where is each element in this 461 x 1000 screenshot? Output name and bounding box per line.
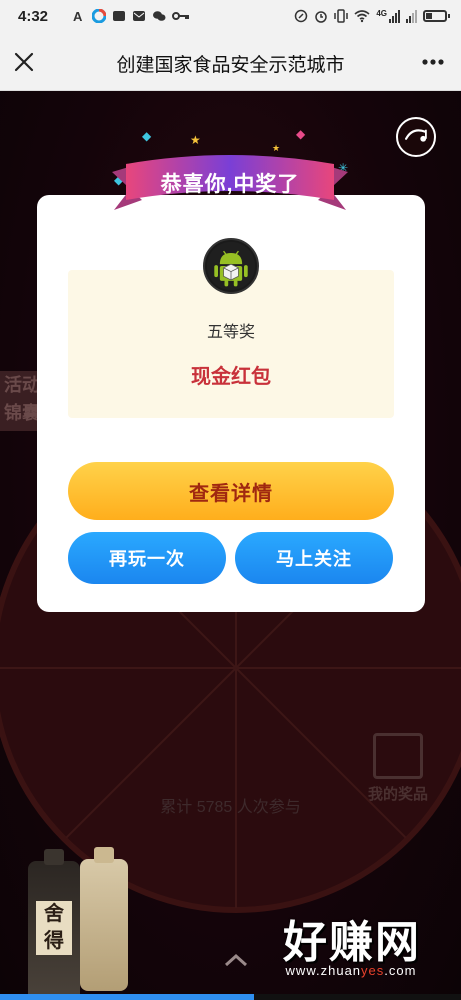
more-icon[interactable] <box>419 48 447 76</box>
gold-bottle <box>80 847 128 991</box>
view-details-button[interactable]: 查看详情 <box>68 462 394 520</box>
wechat-icon <box>153 11 166 21</box>
status-bar: 4:32 A 4G <box>0 0 461 34</box>
bottle-label: 舍得 <box>36 901 72 955</box>
network-type-label: 4G <box>376 9 387 18</box>
vibrate-icon <box>334 9 349 23</box>
battery-icon <box>423 10 450 22</box>
key-icon <box>172 12 189 20</box>
congrats-text: 恭喜你,中奖了 <box>160 173 300 196</box>
my-prizes-label: 我的奖品 <box>367 786 428 803</box>
title-bar: 创建国家食品安全示范城市 <box>0 34 461 91</box>
color-app-icon <box>92 9 106 23</box>
prize-level: 五等奖 <box>206 324 255 341</box>
alarm-icon <box>315 11 328 23</box>
close-icon[interactable] <box>10 48 38 76</box>
congrats-ribbon: 恭喜你,中奖了 <box>112 152 348 218</box>
gift-icon <box>373 733 423 779</box>
confetti-icon: ◆ <box>296 127 306 141</box>
status-time: 4:32 <box>18 8 49 25</box>
nfc-icon <box>295 9 308 23</box>
page-title: 创建国家食品安全示范城市 <box>116 55 345 76</box>
chevron-up-icon[interactable] <box>224 953 248 967</box>
watermark-url: www.zhuanyes.com <box>285 963 417 978</box>
prize-name: 现金红包 <box>191 366 271 388</box>
confetti-icon: ◆ <box>142 129 152 143</box>
music-toggle-icon[interactable] <box>396 117 436 157</box>
watermark-logo: 好赚网 <box>283 918 421 967</box>
page-progress-bar <box>0 994 461 1000</box>
svg-text:A: A <box>73 9 83 23</box>
signal-icon <box>389 9 400 23</box>
star-icon: ★ <box>190 133 201 147</box>
play-again-button[interactable]: 再玩一次 <box>68 532 226 584</box>
font-app-icon: A <box>73 9 83 23</box>
page-progress-fill <box>0 994 254 1000</box>
activity-tips-tag[interactable]: 活动 锦囊 <box>0 371 40 431</box>
liquor-bottles-image: 舍得 <box>28 847 138 1000</box>
dark-bottle: 舍得 <box>28 849 80 1000</box>
follow-now-button[interactable]: 马上关注 <box>235 532 393 584</box>
android-avatar-icon <box>203 238 259 294</box>
mail-app-icon <box>133 11 145 21</box>
my-prizes-button[interactable]: 我的奖品 <box>358 733 438 804</box>
news-app-icon <box>113 11 125 21</box>
status-system-icons: 4G <box>294 9 450 23</box>
wifi-icon <box>354 10 370 23</box>
status-notification-icons: A <box>72 9 190 23</box>
signal-2-icon <box>406 9 417 23</box>
